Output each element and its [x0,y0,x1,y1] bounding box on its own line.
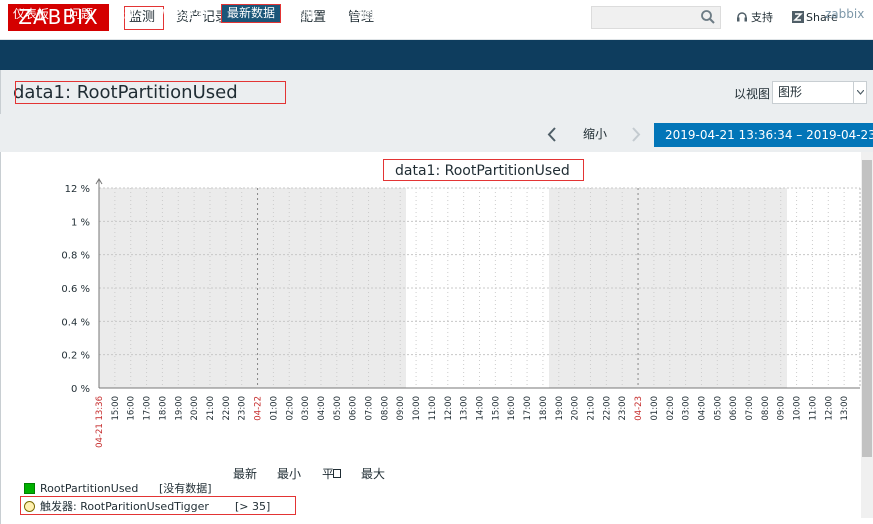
x-tick-label: 22:00 [602,396,612,421]
x-tick-label: 23:00 [618,396,628,421]
x-tick-label: 07:00 [365,396,375,421]
highlight-box-trigger [20,496,296,515]
x-tick-label: 04-21 13:36 [95,396,105,448]
x-tick-label: 14:00 [476,396,486,421]
x-tick-label: 01:00 [269,396,279,421]
stat-header-last: 最新 [233,467,258,481]
legend-item-name: RootPartitionUsed [40,482,139,495]
x-tick-label: 10:00 [793,396,803,421]
x-tick-label: 03:00 [682,396,692,421]
x-tick-label: 13:00 [840,396,850,421]
x-tick-label: 19:00 [174,396,184,421]
y-tick-label: 0.4 % [61,317,90,328]
y-tick-label: 0.6 % [61,284,90,295]
x-tick-label: 12:00 [824,396,834,421]
y-tick-label: 1 % [71,217,90,228]
x-tick-label: 11:00 [428,396,438,421]
y-tick-label: 0 % [71,384,90,395]
x-tick-label: 06:00 [349,396,359,421]
x-tick-label: 10:00 [412,396,422,421]
y-tick-label: 0.2 % [61,351,90,362]
x-tick-label: 02:00 [285,396,295,421]
x-tick-label: 12:00 [444,396,454,421]
stat-header-max: 最大 [361,467,386,481]
x-tick-label: 03:00 [301,396,311,421]
x-tick-label: 18:00 [539,396,549,421]
x-tick-label: 17:00 [523,396,533,421]
x-tick-label: 16:00 [127,396,137,421]
x-tick-label: 17:00 [143,396,153,421]
x-tick-label: 04-22 [254,396,264,421]
x-tick-label: 07:00 [745,396,755,421]
avg-square-glyph [333,469,341,478]
x-tick-label: 01:00 [650,396,660,421]
x-tick-label: 05:00 [713,396,723,421]
x-tick-label: 08:00 [761,396,771,421]
x-tick-label: 09:00 [777,396,787,421]
x-tick-label: 06:00 [729,396,739,421]
x-tick-label: 09:00 [396,396,406,421]
x-tick-label: 18:00 [158,396,168,421]
stat-header-min: 最小 [277,467,302,481]
x-tick-label: 04:00 [697,396,707,421]
x-tick-label: 21:00 [206,396,216,421]
legend-item-value: [没有数据] [159,482,212,495]
x-tick-label: 04:00 [317,396,327,421]
x-tick-label: 20:00 [190,396,200,421]
x-tick-label: 04-23 [634,396,644,421]
x-tick-label: 15:00 [491,396,501,421]
x-tick-label: 11:00 [808,396,818,421]
scrollbar-thumb[interactable] [862,160,872,457]
x-tick-label: 02:00 [666,396,676,421]
y-tick-label: 0.8 % [61,251,90,262]
x-tick-label: 15:00 [111,396,121,421]
x-tick-label: 16:00 [507,396,517,421]
x-tick-label: 13:00 [460,396,470,421]
x-tick-label: 05:00 [333,396,343,421]
x-tick-label: 20:00 [571,396,581,421]
x-tick-label: 21:00 [586,396,596,421]
legend-swatch-item [24,483,35,494]
x-tick-label: 19:00 [555,396,565,421]
x-tick-label: 08:00 [380,396,390,421]
x-tick-label: 23:00 [238,396,248,421]
graph-plot: 12 % 1 % 0.8 % 0.6 % 0.4 % 0.2 % 0 % 04-21 13:3… [61,178,861,448]
x-tick-label: 22:00 [222,396,232,421]
y-tick-label: 12 % [65,184,90,195]
